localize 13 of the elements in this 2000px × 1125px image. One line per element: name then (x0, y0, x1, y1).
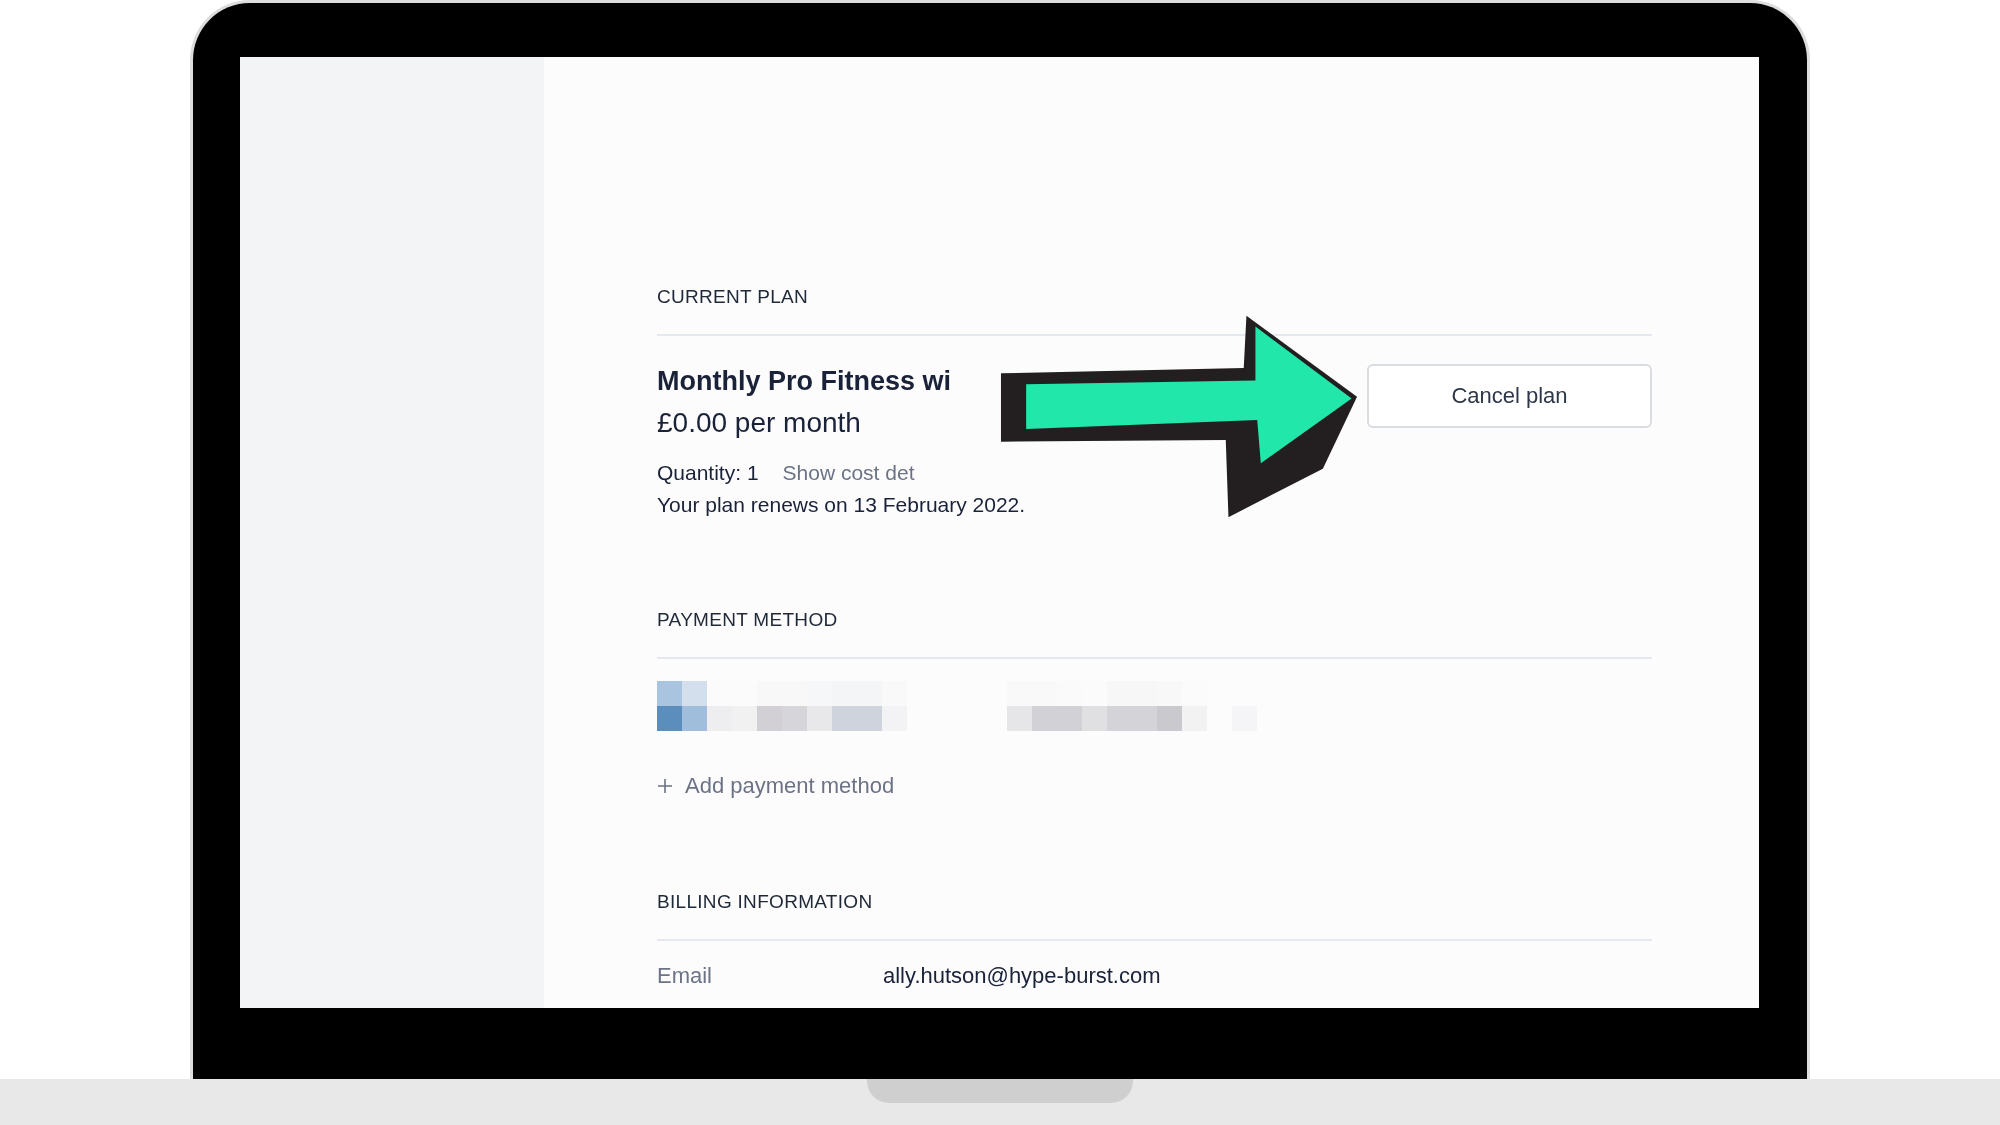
section-heading: CURRENT PLAN (657, 286, 810, 308)
plan-name: Monthly Pro Fitness wi (657, 366, 953, 397)
email-value: ally.hutson@hype-burst.com (883, 963, 1161, 989)
section-heading: BILLING INFORMATION (657, 891, 874, 913)
plan-price: £0.00 per month (657, 407, 862, 439)
quantity-text: Quantity: 1 (657, 461, 759, 485)
cost-details-link[interactable]: Show cost det (782, 461, 915, 485)
plus-icon (657, 778, 673, 794)
add-payment-method-link[interactable]: Add payment method (657, 773, 895, 799)
cancel-plan-button[interactable]: Cancel plan (1367, 364, 1652, 428)
renewal-text: Your plan renews on 13 February 2022. (657, 493, 1026, 517)
section-heading: PAYMENT METHOD (657, 609, 839, 631)
field-label: Email (657, 963, 713, 989)
